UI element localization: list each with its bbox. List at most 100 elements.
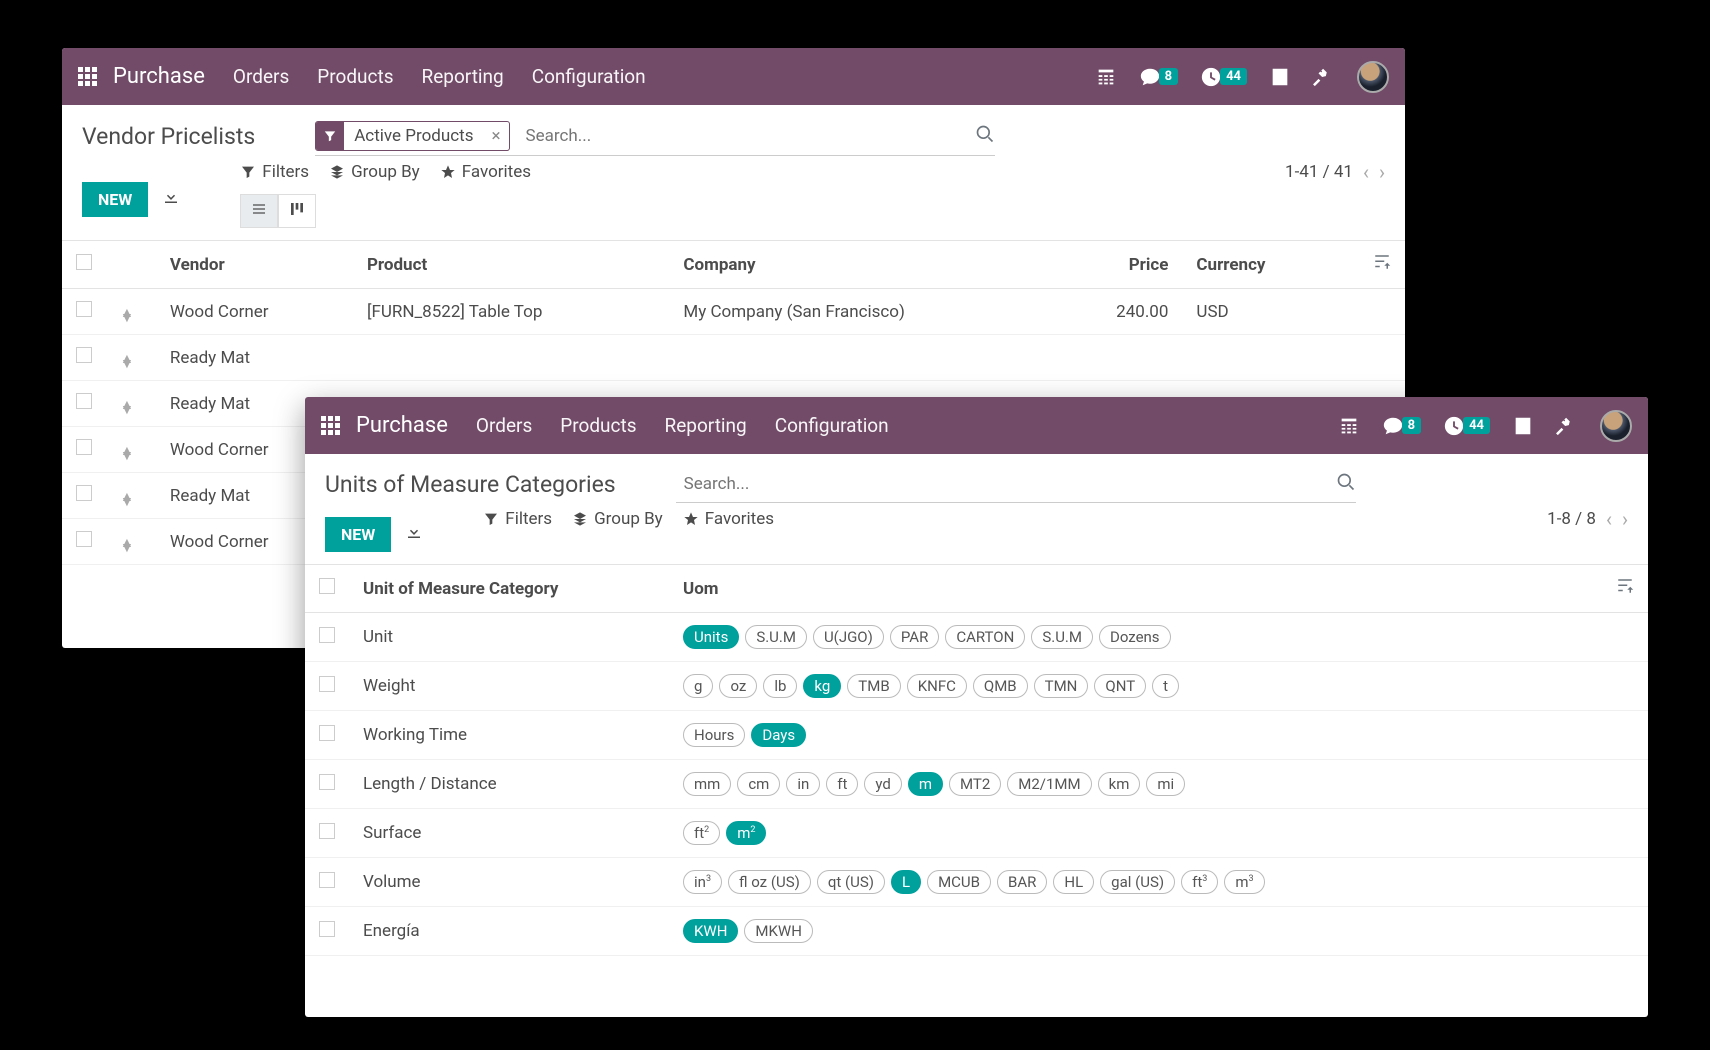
pager-next[interactable]: ›: [1622, 507, 1628, 531]
company-icon[interactable]: [1269, 66, 1291, 88]
table-row[interactable]: ▲▼Ready Mat: [62, 335, 1405, 381]
uom-chip[interactable]: KWH: [683, 919, 738, 943]
table-row[interactable]: EnergíaKWHMKWH: [305, 907, 1648, 956]
activities-button[interactable]: 44: [1443, 415, 1490, 437]
drag-handle-icon[interactable]: ▲▼: [120, 311, 134, 321]
uom-chip[interactable]: MCUB: [927, 870, 991, 894]
view-list-icon[interactable]: [240, 194, 278, 228]
favorites-button[interactable]: Favorites: [440, 162, 531, 182]
debug-icon[interactable]: [1313, 66, 1335, 88]
uom-chip[interactable]: m2: [726, 821, 766, 845]
row-checkbox[interactable]: [76, 301, 92, 317]
drag-handle-icon[interactable]: ▲▼: [120, 449, 134, 459]
nav-reporting[interactable]: Reporting: [422, 65, 504, 88]
table-row[interactable]: Working TimeHoursDays: [305, 711, 1648, 760]
uom-chip[interactable]: L: [891, 870, 921, 894]
app-name[interactable]: Purchase: [113, 64, 205, 89]
uom-chip[interactable]: km: [1098, 772, 1141, 796]
nav-orders[interactable]: Orders: [233, 65, 289, 88]
uom-chip[interactable]: gal (US): [1100, 870, 1175, 894]
row-checkbox[interactable]: [319, 823, 335, 839]
messages-button[interactable]: 8: [1382, 415, 1421, 437]
uom-chip[interactable]: in: [786, 772, 820, 796]
row-checkbox[interactable]: [319, 921, 335, 937]
search-icon[interactable]: [975, 124, 995, 148]
uom-chip[interactable]: g: [683, 674, 713, 698]
col-company[interactable]: Company: [669, 241, 1057, 289]
table-row[interactable]: Length / DistancemmcminftydmMT2M2/1MMkmm…: [305, 760, 1648, 809]
table-row[interactable]: UnitUnitsS.U.MU(JGO)PARCARTONS.U.MDozens: [305, 613, 1648, 662]
table-row[interactable]: ▲▼Wood Corner[FURN_8522] Table TopMy Com…: [62, 289, 1405, 335]
columns-settings-icon[interactable]: [1616, 580, 1634, 600]
row-checkbox[interactable]: [76, 347, 92, 363]
uom-chip[interactable]: mi: [1146, 772, 1185, 796]
uom-chip[interactable]: cm: [737, 772, 780, 796]
uom-chip[interactable]: t: [1152, 674, 1179, 698]
uom-chip[interactable]: MKWH: [744, 919, 813, 943]
uom-chip[interactable]: qt (US): [817, 870, 885, 894]
groupby-button[interactable]: Group By: [329, 162, 420, 182]
row-checkbox[interactable]: [319, 774, 335, 790]
uom-chip[interactable]: ft: [826, 772, 858, 796]
download-icon[interactable]: [162, 188, 180, 211]
uom-chip[interactable]: Hours: [683, 723, 745, 747]
uom-chip[interactable]: in3: [683, 870, 722, 894]
uom-chip[interactable]: ft2: [683, 821, 720, 845]
favorites-button[interactable]: Favorites: [683, 509, 774, 529]
table-row[interactable]: Volumein3fl oz (US)qt (US)LMCUBBARHLgal …: [305, 858, 1648, 907]
uom-chip[interactable]: lb: [763, 674, 797, 698]
new-button[interactable]: NEW: [82, 182, 148, 217]
col-price[interactable]: Price: [1058, 241, 1183, 289]
uom-chip[interactable]: m3: [1224, 870, 1264, 894]
nav-configuration[interactable]: Configuration: [775, 414, 889, 437]
user-avatar[interactable]: [1600, 410, 1632, 442]
view-kanban-icon[interactable]: [278, 194, 316, 228]
search-input[interactable]: [676, 470, 1336, 498]
debug-icon[interactable]: [1556, 415, 1578, 437]
pager-next[interactable]: ›: [1379, 160, 1385, 184]
drag-handle-icon[interactable]: ▲▼: [120, 541, 134, 551]
uom-chip[interactable]: QNT: [1094, 674, 1146, 698]
uom-chip[interactable]: U(JGO): [813, 625, 884, 649]
col-vendor[interactable]: Vendor: [156, 241, 353, 289]
company-icon[interactable]: [1512, 415, 1534, 437]
drag-handle-icon[interactable]: ▲▼: [120, 495, 134, 505]
uom-chip[interactable]: MT2: [949, 772, 1001, 796]
user-avatar[interactable]: [1357, 61, 1389, 93]
uom-chip[interactable]: oz: [719, 674, 757, 698]
facet-remove[interactable]: ×: [483, 126, 508, 146]
uom-chip[interactable]: HL: [1053, 870, 1094, 894]
row-checkbox[interactable]: [319, 676, 335, 692]
app-name[interactable]: Purchase: [356, 413, 448, 438]
phone-icon[interactable]: [1338, 415, 1360, 437]
nav-orders[interactable]: Orders: [476, 414, 532, 437]
col-category[interactable]: Unit of Measure Category: [349, 565, 669, 613]
uom-chip[interactable]: QMB: [973, 674, 1028, 698]
filters-button[interactable]: Filters: [483, 509, 552, 529]
row-checkbox[interactable]: [76, 439, 92, 455]
uom-chip[interactable]: TMB: [847, 674, 900, 698]
table-row[interactable]: Surfaceft2m2: [305, 809, 1648, 858]
uom-chip[interactable]: kg: [803, 674, 841, 698]
uom-chip[interactable]: Days: [751, 723, 806, 747]
drag-handle-icon[interactable]: ▲▼: [120, 357, 134, 367]
phone-icon[interactable]: [1095, 66, 1117, 88]
select-all-checkbox[interactable]: [76, 254, 92, 270]
uom-chip[interactable]: mm: [683, 772, 731, 796]
uom-chip[interactable]: BAR: [997, 870, 1047, 894]
uom-chip[interactable]: Units: [683, 625, 739, 649]
uom-chip[interactable]: S.U.M: [1031, 625, 1093, 649]
uom-chip[interactable]: fl oz (US): [728, 870, 811, 894]
apps-grid-icon[interactable]: [78, 67, 97, 86]
uom-chip[interactable]: yd: [864, 772, 901, 796]
columns-settings-icon[interactable]: [1373, 256, 1391, 276]
nav-reporting[interactable]: Reporting: [665, 414, 747, 437]
filters-button[interactable]: Filters: [240, 162, 309, 182]
row-checkbox[interactable]: [319, 872, 335, 888]
table-row[interactable]: WeightgozlbkgTMBKNFCQMBTMNQNTt: [305, 662, 1648, 711]
row-checkbox[interactable]: [76, 531, 92, 547]
uom-chip[interactable]: S.U.M: [745, 625, 807, 649]
messages-button[interactable]: 8: [1139, 66, 1178, 88]
drag-handle-icon[interactable]: ▲▼: [120, 403, 134, 413]
search-icon[interactable]: [1336, 472, 1356, 496]
